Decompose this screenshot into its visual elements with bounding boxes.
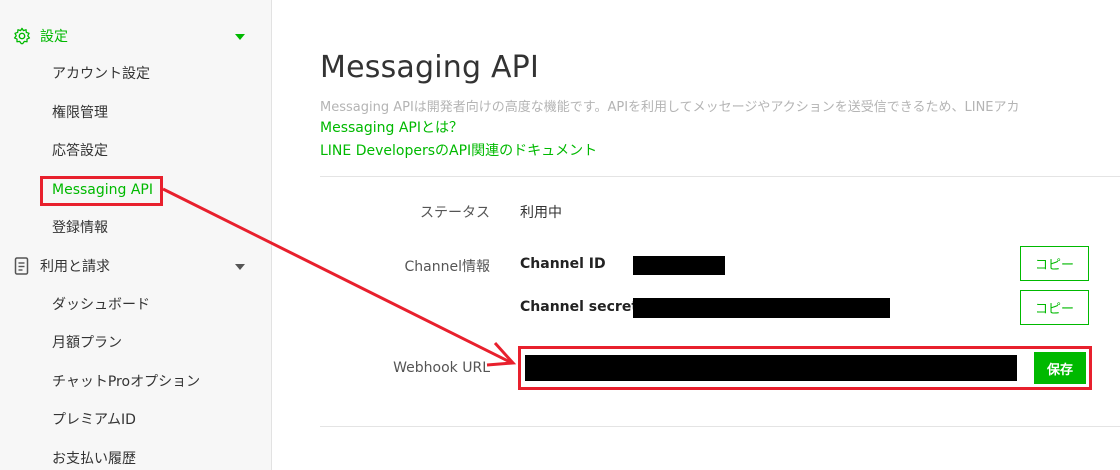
main-content: Messaging API Messaging APIは開発者向けの高度な機能で… xyxy=(272,0,1120,470)
page-description: Messaging APIは開発者向けの高度な機能です。APIを利用してメッセー… xyxy=(320,100,1020,115)
document-icon xyxy=(12,256,32,276)
sidebar-item-monthly-plan[interactable]: 月額プラン xyxy=(52,334,122,352)
webhook-url-input[interactable] xyxy=(525,355,1017,381)
highlight-box-messaging-api xyxy=(40,176,163,206)
channel-id-label: Channel ID xyxy=(520,256,606,272)
channel-secret-value-redacted xyxy=(633,298,890,318)
divider xyxy=(320,176,1120,177)
sidebar-item-premium-id[interactable]: プレミアムID xyxy=(52,411,136,429)
page-title: Messaging API xyxy=(320,50,540,85)
sidebar-item-chat-pro-option[interactable]: チャットProオプション xyxy=(52,373,200,391)
save-button[interactable]: 保存 xyxy=(1034,352,1086,384)
sidebar-item-response-settings[interactable]: 応答設定 xyxy=(52,142,108,160)
link-line-developers-docs[interactable]: LINE DevelopersのAPI関連のドキュメント xyxy=(320,140,597,160)
chevron-down-icon[interactable] xyxy=(235,34,245,40)
sidebar-item-account-settings[interactable]: アカウント設定 xyxy=(52,65,150,83)
sidebar-section-billing[interactable]: 利用と請求 xyxy=(12,254,110,278)
channel-id-value-redacted xyxy=(633,256,725,275)
status-label: ステータス xyxy=(420,205,490,221)
status-value: 利用中 xyxy=(520,205,562,221)
copy-channel-secret-button[interactable]: コピー xyxy=(1020,290,1089,325)
highlight-box-webhook: 保存 xyxy=(518,346,1092,390)
sidebar-section-settings[interactable]: 設定 xyxy=(12,24,68,48)
webhook-url-label: Webhook URL xyxy=(393,360,490,376)
copy-channel-id-button[interactable]: コピー xyxy=(1020,246,1089,281)
sidebar-section-label: 利用と請求 xyxy=(40,259,110,275)
chevron-down-icon[interactable] xyxy=(235,264,245,270)
sidebar: 設定 アカウント設定 権限管理 応答設定 Messaging API 登録情報 … xyxy=(0,0,272,470)
channel-secret-label: Channel secret xyxy=(520,299,639,315)
sidebar-item-dashboard[interactable]: ダッシュボード xyxy=(52,296,150,314)
channel-info-label: Channel情報 xyxy=(404,259,490,275)
sidebar-item-registration-info[interactable]: 登録情報 xyxy=(52,219,108,237)
sidebar-section-label: 設定 xyxy=(40,29,68,45)
link-what-is-messaging-api[interactable]: Messaging APIとは？ xyxy=(320,117,463,137)
sidebar-item-payment-history[interactable]: お支払い履歴 xyxy=(52,450,136,468)
divider xyxy=(320,426,1120,427)
sidebar-item-permissions[interactable]: 権限管理 xyxy=(52,104,108,122)
gear-icon xyxy=(12,26,32,46)
